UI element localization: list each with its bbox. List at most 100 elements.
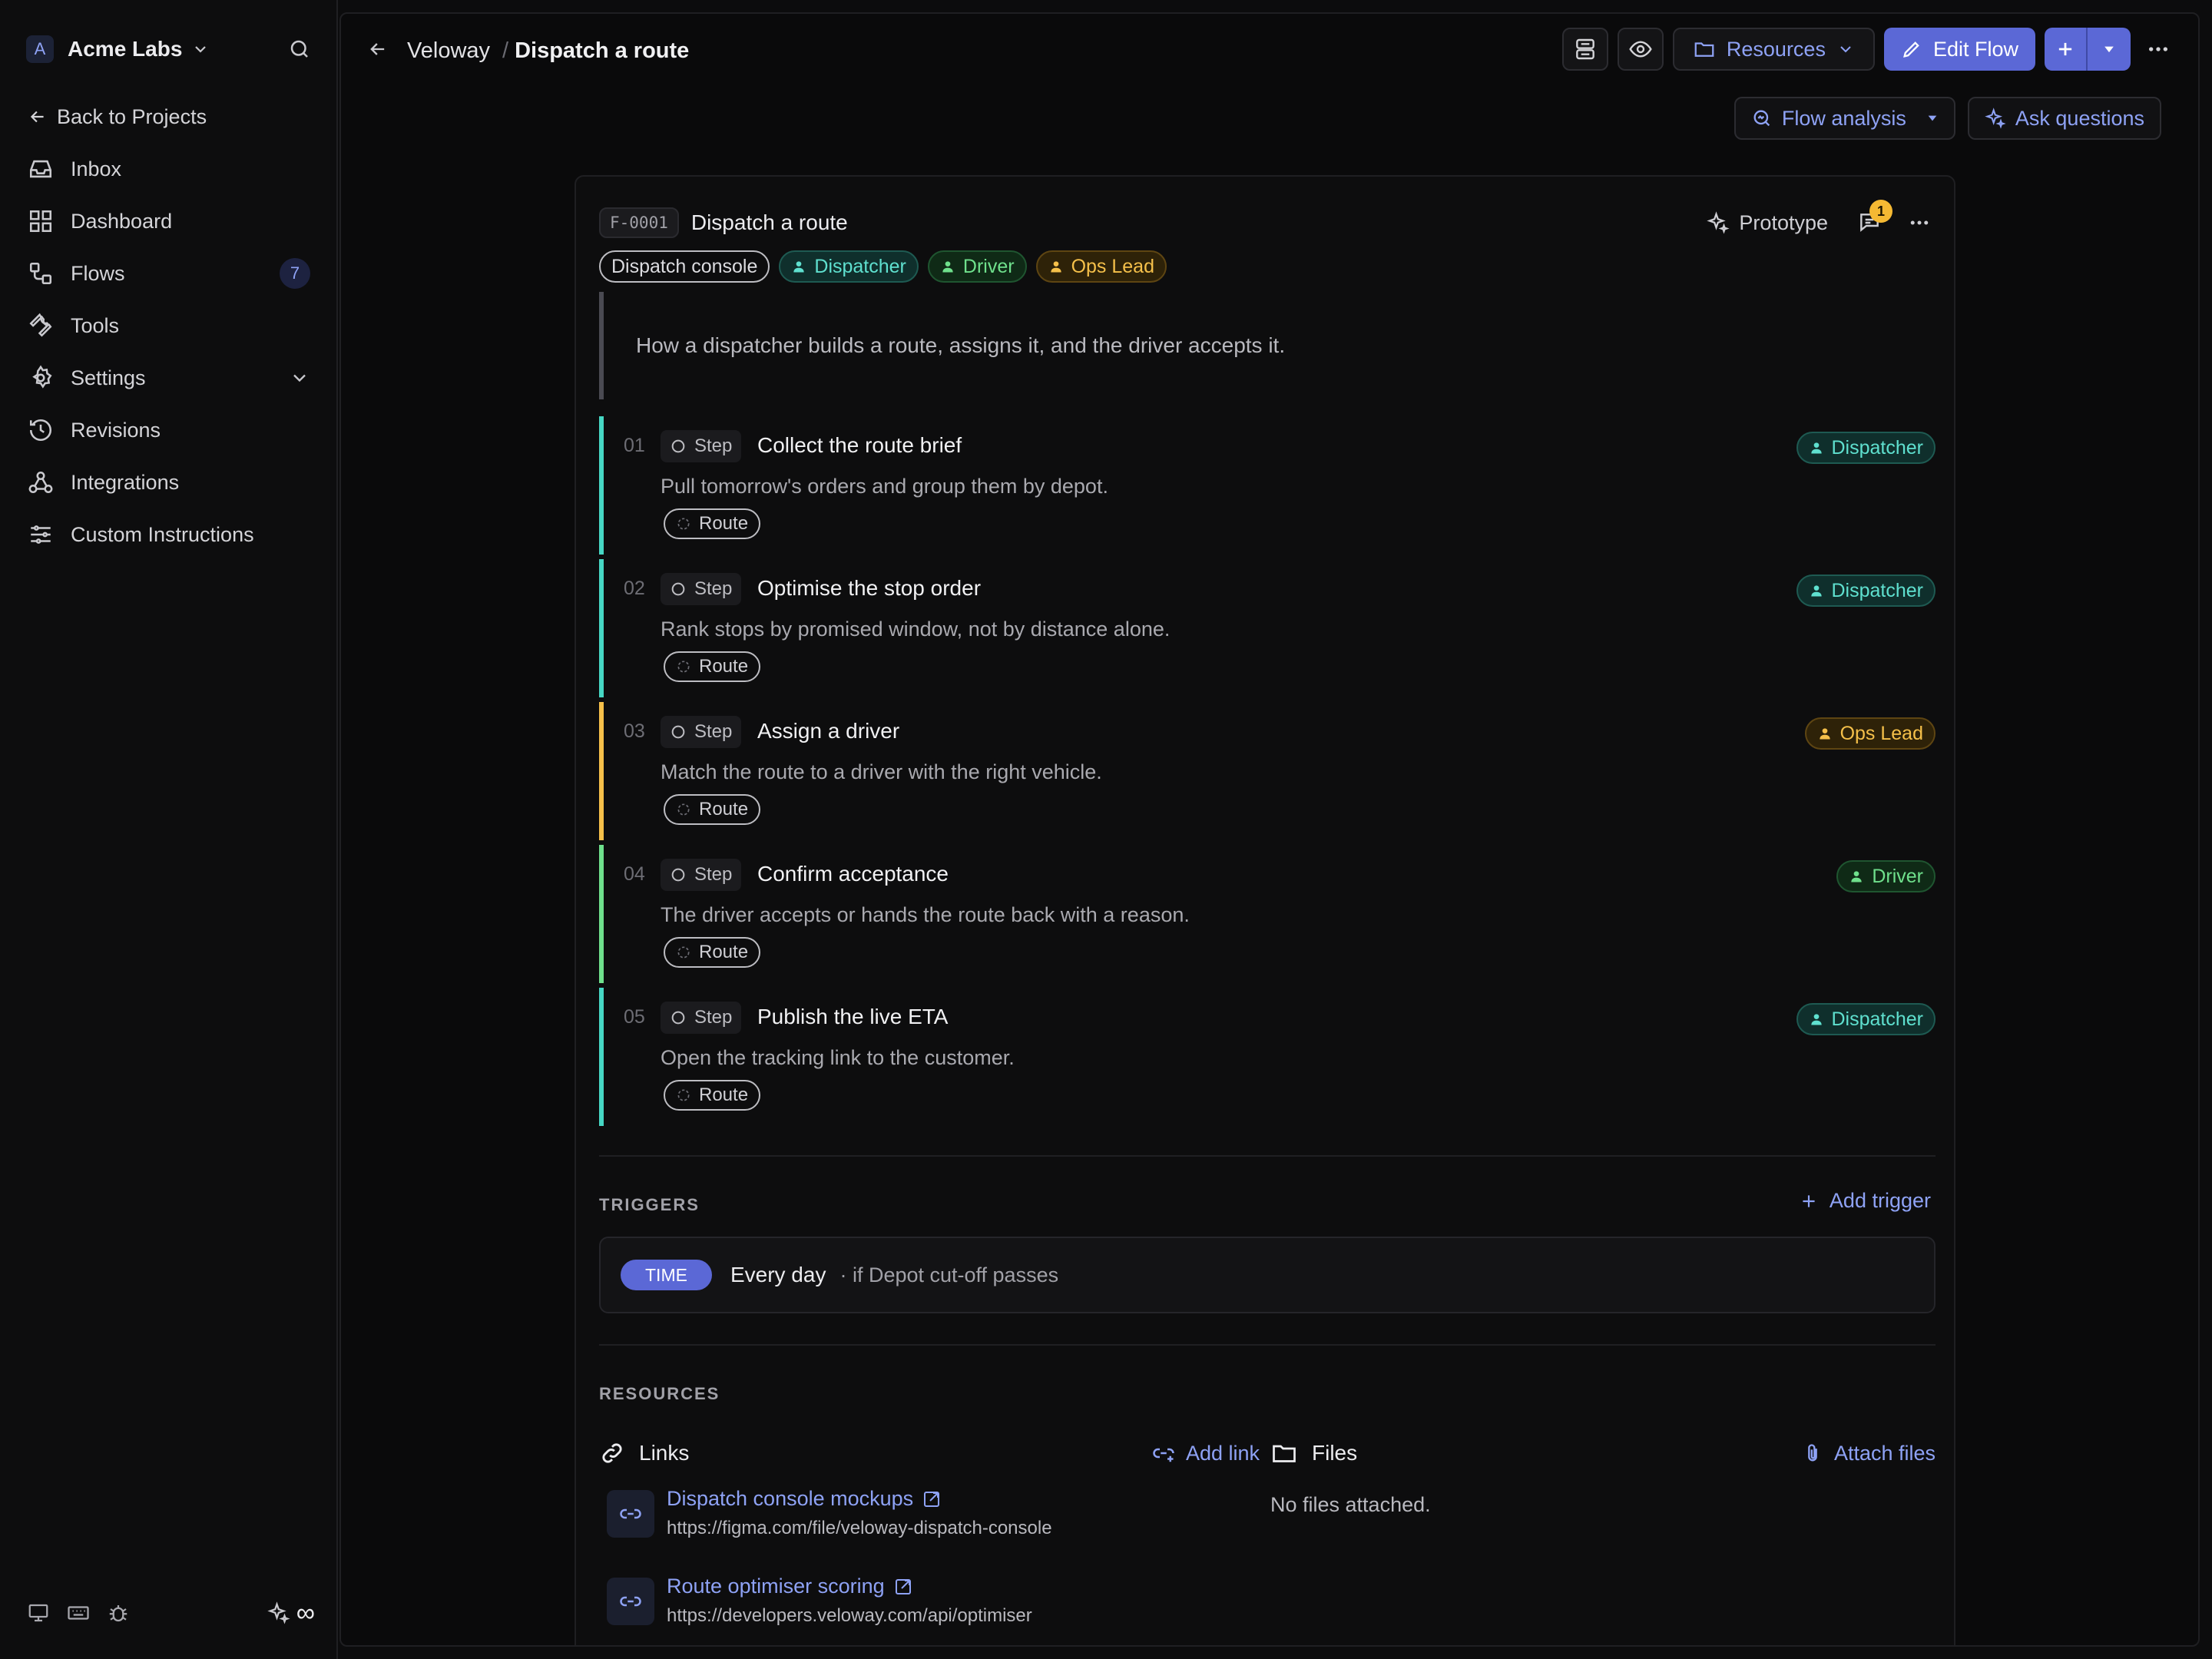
add-trigger-button[interactable]: Add trigger <box>1799 1189 1931 1213</box>
more-options-button[interactable] <box>2140 28 2177 71</box>
sidebar-item-flows[interactable]: Flows 7 <box>26 247 318 300</box>
flows-count-badge: 7 <box>280 258 310 289</box>
route-chip[interactable]: Route <box>664 1080 761 1111</box>
sidebar-item-tools[interactable]: Tools <box>26 300 318 352</box>
sparkle-icon <box>1707 211 1730 234</box>
link-item[interactable]: Dispatch console mockups https://figma.c… <box>599 1481 1260 1558</box>
wrench-icon <box>26 311 55 340</box>
resources-label: Resources <box>1726 37 1826 61</box>
attach-files-label: Attach files <box>1833 1441 1936 1465</box>
flow-id: F-0001 <box>599 207 679 238</box>
step-role-badge: Dispatcher <box>1796 1003 1936 1035</box>
route-chip-label: Route <box>699 799 749 820</box>
step-role-badge: Dispatcher <box>1796 432 1936 464</box>
step-kind-label: Step <box>694 864 733 885</box>
person-icon <box>1849 869 1864 884</box>
ellipsis-icon <box>1908 211 1931 234</box>
search-icon[interactable] <box>286 35 313 63</box>
link-title[interactable]: Route optimiser scoring <box>667 1575 912 1598</box>
comments-button[interactable]: 1 <box>1854 200 1892 238</box>
flow-tags: Dispatch console Dispatcher Driver Ops L… <box>599 250 1167 283</box>
step-number: 03 <box>624 720 645 742</box>
add-link-button[interactable]: Add link <box>1152 1442 1260 1465</box>
route-chip[interactable]: Route <box>664 937 761 968</box>
loader-icon <box>676 945 691 960</box>
ask-questions-button[interactable]: Ask questions <box>1967 97 2161 140</box>
step-card[interactable]: 02 Step Optimise the stop order Rank sto… <box>599 559 1936 697</box>
sidebar-item-settings[interactable]: Settings <box>26 352 318 404</box>
add-trigger-label: Add trigger <box>1829 1189 1931 1212</box>
breadcrumb: Veloway / Dispatch a route <box>407 35 689 66</box>
sidebar-item-dashboard[interactable]: Dashboard <box>26 195 318 247</box>
keyboard-icon[interactable] <box>63 1598 94 1628</box>
sidebar-item-revisions[interactable]: Revisions <box>26 404 318 456</box>
person-icon <box>1809 1012 1824 1027</box>
role-tag-driver[interactable]: Driver <box>927 250 1027 283</box>
add-menu-button[interactable] <box>2088 28 2131 71</box>
add-button[interactable] <box>2045 28 2088 71</box>
sidebar-item-label: Inbox <box>71 157 122 180</box>
database-button[interactable] <box>1561 28 1608 71</box>
breadcrumb-project[interactable]: Veloway <box>407 38 490 64</box>
route-chip-label: Route <box>699 942 749 962</box>
step-card[interactable]: 01 Step Collect the route brief Pull tom… <box>599 416 1936 555</box>
sidebar-item-label: Integrations <box>71 470 180 494</box>
route-chip-label: Route <box>699 513 749 534</box>
analysis-search-icon <box>1751 108 1773 129</box>
monitor-icon[interactable] <box>23 1598 54 1628</box>
flow-description: How a dispatcher builds a route, assigns… <box>599 292 1936 399</box>
flow-analysis-label: Flow analysis <box>1781 106 1906 130</box>
sidebar-item-inbox[interactable]: Inbox <box>26 143 318 195</box>
flow-analysis-dropdown[interactable]: Flow analysis <box>1734 97 1955 140</box>
trigger-row[interactable]: TIME Every day · if Depot cut-off passes <box>599 1237 1936 1313</box>
step-card[interactable]: 05 Step Publish the live ETA Open the tr… <box>599 988 1936 1126</box>
role-tag-ops-lead[interactable]: Ops Lead <box>1035 250 1167 283</box>
preview-button[interactable] <box>1617 28 1664 71</box>
sliders-icon <box>26 520 55 549</box>
workspace-avatar: A <box>26 35 54 63</box>
bug-icon[interactable] <box>103 1598 134 1628</box>
resources-dropdown[interactable]: Resources <box>1672 28 1875 71</box>
route-chip[interactable]: Route <box>664 794 761 825</box>
link-icon <box>607 1490 654 1538</box>
workspace-switcher[interactable]: A Acme Labs <box>26 31 210 68</box>
route-chip[interactable]: Route <box>664 508 761 539</box>
toolbar: Resources Edit Flow <box>1561 28 2177 71</box>
edit-flow-button[interactable]: Edit Flow <box>1883 28 2035 71</box>
step-role-label: Dispatcher <box>1831 436 1924 459</box>
folder-icon <box>1270 1439 1298 1467</box>
link-title[interactable]: Dispatch console mockups <box>667 1487 941 1511</box>
circle-icon <box>670 438 687 455</box>
sidebar-item-integrations[interactable]: Integrations <box>26 456 318 508</box>
back-button[interactable] <box>364 35 392 63</box>
edit-flow-label: Edit Flow <box>1932 37 2018 61</box>
attach-files-button[interactable]: Attach files <box>1802 1442 1936 1465</box>
caret-down-icon <box>2101 41 2117 57</box>
step-kind-label: Step <box>694 435 733 456</box>
sidebar-item-custom-instructions[interactable]: Custom Instructions <box>26 508 318 561</box>
trigger-condition: · if Depot cut-off passes <box>839 1263 1059 1286</box>
route-chip[interactable]: Route <box>664 651 761 682</box>
role-tag-dispatcher[interactable]: Dispatcher <box>779 250 919 283</box>
chevron-down-icon[interactable] <box>289 367 310 389</box>
back-to-projects-link[interactable]: Back to Projects <box>26 91 318 143</box>
links-title: Links <box>639 1441 690 1465</box>
surface-tag[interactable]: Dispatch console <box>599 250 770 283</box>
dashboard-icon <box>26 207 55 236</box>
step-card[interactable]: 04 Step Confirm acceptance The driver ac… <box>599 845 1936 983</box>
trigger-schedule: Every day <box>730 1263 826 1286</box>
chevron-down-icon <box>191 40 210 58</box>
step-kind-badge: Step <box>661 716 742 748</box>
flow-more-button[interactable] <box>1908 211 1931 234</box>
sidebar-footer-right: ∞ <box>267 1598 315 1628</box>
link-item[interactable]: Route optimiser scoring https://develope… <box>599 1568 1260 1645</box>
external-link-icon <box>894 1578 912 1596</box>
step-role-badge: Driver <box>1836 860 1936 892</box>
prototype-button[interactable]: Prototype <box>1707 211 1828 235</box>
step-role-label: Dispatcher <box>1831 579 1924 601</box>
sparkle-icon[interactable] <box>267 1601 290 1624</box>
step-card[interactable]: 03 Step Assign a driver Match the route … <box>599 702 1936 840</box>
secondary-toolbar: Flow analysis Ask questions <box>1734 97 2161 140</box>
role-tag-label: Dispatcher <box>814 255 906 277</box>
webhook-icon <box>26 468 55 497</box>
